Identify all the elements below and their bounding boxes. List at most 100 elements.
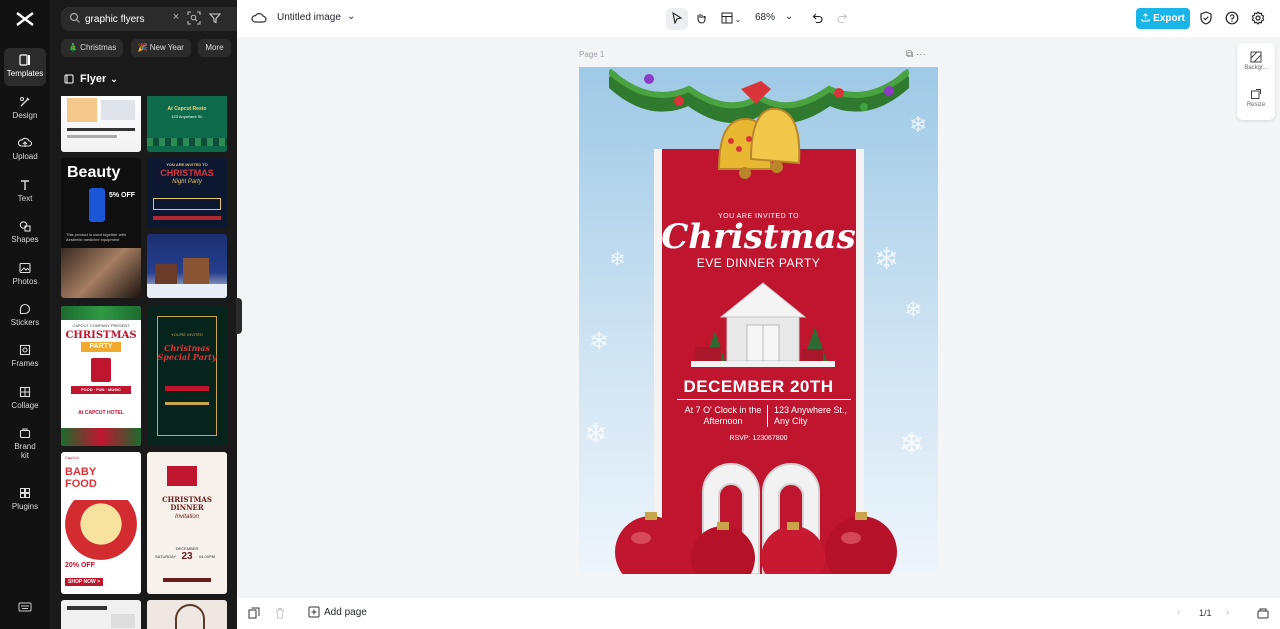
thumbnail-text: YOU'RE INVITED	[171, 332, 203, 337]
trash-icon[interactable]	[274, 607, 288, 621]
rail-item-upload[interactable]: Upload	[4, 131, 46, 169]
hand-tool-button[interactable]	[690, 8, 712, 30]
rail-item-label: Design	[12, 111, 38, 120]
text-icon	[18, 178, 32, 192]
rail-item-label: Photos	[12, 277, 38, 286]
snowy-house-image	[691, 282, 835, 367]
collage-icon	[18, 385, 32, 399]
filter-button[interactable]	[203, 7, 227, 31]
thumbnail-text: At CAPCUT HOTEL	[78, 410, 124, 416]
rail-item-shapes[interactable]: Shapes	[4, 214, 46, 252]
clear-search-icon[interactable]: ×	[169, 11, 183, 27]
brand-kit-icon	[18, 426, 32, 440]
template-thumbnail-snow-village[interactable]	[147, 234, 227, 298]
duplicate-page-icon[interactable]	[248, 607, 262, 621]
chevron-down-icon[interactable]: ⌄	[785, 11, 793, 22]
rail-item-design[interactable]: Design	[4, 90, 46, 128]
thumbnail-text: 04.00PM	[199, 554, 216, 559]
rail-item-stickers[interactable]: Stickers	[4, 297, 46, 335]
background-button[interactable]: Backgr...	[1237, 51, 1275, 71]
thumbnail-cta: SHOP NOW >	[65, 578, 103, 586]
export-label: Export	[1153, 13, 1185, 24]
page-actions-icon[interactable]: ⧉ ···	[906, 49, 926, 60]
cloud-sync-icon[interactable]	[251, 11, 267, 25]
add-page-icon	[308, 606, 320, 618]
resize-button[interactable]: Resize	[1237, 88, 1275, 108]
flyer-canvas[interactable]: ❄ ❄ ❄ ❄ ❄ ❄ ❄ YOU ARE INVITED TO Christm…	[579, 67, 938, 574]
chip-new-year[interactable]: 🎉 New Year	[130, 39, 191, 57]
undo-icon	[812, 12, 824, 27]
thumbnail-caption: This product is used together with Aesth…	[66, 232, 126, 242]
filter-icon	[208, 12, 222, 27]
capcut-logo[interactable]	[13, 10, 37, 28]
tag-chips: 🎄 Christmas 🎉 New Year More	[61, 39, 237, 57]
cursor-icon	[671, 11, 683, 27]
panel-collapse-handle[interactable]	[236, 298, 242, 334]
snowflake-icon: ❄	[909, 112, 928, 137]
category-selector[interactable]: Flyer ⌄	[64, 71, 118, 87]
divider	[677, 399, 851, 400]
chip-more[interactable]: More	[198, 39, 231, 57]
template-thumbnail-1[interactable]	[61, 96, 141, 152]
keyboard-icon[interactable]	[18, 601, 32, 616]
rail-item-templates[interactable]: Templates	[4, 48, 46, 86]
flyer-title[interactable]: Christmas	[579, 217, 938, 257]
template-thumbnail-baby-food[interactable]: CapCut BABY FOOD 20% OFF SHOP NOW >	[61, 452, 141, 594]
template-thumbnail-10[interactable]	[61, 600, 141, 629]
page-manager-icon[interactable]	[1257, 607, 1271, 621]
template-thumbnail-christmas-dinner[interactable]: CHRISTMAS DINNER Invitation DECEMBER 23 …	[147, 452, 227, 594]
export-icon	[1141, 12, 1150, 25]
shield-icon[interactable]	[1199, 11, 1215, 27]
flyer-address[interactable]: 123 Anywhere St., Any City	[774, 405, 849, 427]
add-page-button[interactable]: Add page	[308, 606, 367, 618]
rail-item-frames[interactable]: Frames	[4, 338, 46, 376]
template-thumbnail-11[interactable]	[147, 600, 227, 629]
thumbnail-text: FOOD · FUN · MUSIC	[81, 387, 121, 392]
resize-label: Resize	[1246, 102, 1266, 108]
thumbnail-subtitle: Night Party	[172, 179, 202, 185]
chevron-down-icon: ⌄	[110, 73, 118, 84]
template-thumbnail-christmas-party[interactable]: CAPCUT COMPANY PRESENT CHRISTMAS PARTY F…	[61, 306, 141, 446]
template-thumbnail-2[interactable]: At Capcut Resto 123 Anywhere St.	[147, 96, 227, 152]
help-icon[interactable]	[1225, 11, 1241, 27]
thumbnail-text: At Capcut Resto	[167, 106, 207, 112]
templates-icon	[18, 53, 32, 67]
next-page-icon[interactable]: ›	[1226, 607, 1229, 618]
thumbnail-brand: CapCut	[65, 455, 79, 460]
select-tool-button[interactable]	[666, 8, 688, 30]
background-label: Backgr...	[1244, 65, 1268, 71]
photos-icon	[18, 261, 32, 275]
rail-item-text[interactable]: Text	[4, 173, 46, 211]
flyer-date[interactable]: DECEMBER 20TH	[579, 377, 938, 397]
chevron-down-icon[interactable]: ⌄	[347, 11, 355, 22]
zoom-level[interactable]: 68%	[755, 12, 775, 23]
redo-button[interactable]	[831, 8, 853, 30]
thumbnail-offer: 20% OFF	[65, 562, 95, 569]
rail-item-label: Frames	[11, 359, 39, 368]
rail-item-label: Stickers	[10, 318, 40, 327]
image-search-icon[interactable]	[187, 11, 203, 27]
undo-button[interactable]	[807, 8, 829, 30]
rail-item-photos[interactable]: Photos	[4, 256, 46, 294]
hand-icon	[695, 12, 707, 27]
flyer-subtitle[interactable]: EVE DINNER PARTY	[579, 256, 938, 270]
flyer-rsvp[interactable]: RSVP: 123067800	[579, 435, 938, 442]
thumbnail-subtitle: Invitation	[174, 514, 199, 520]
rail-item-collage[interactable]: Collage	[4, 380, 46, 418]
rail-item-plugins[interactable]: Plugins	[4, 481, 46, 519]
bottom-toolbar: Add page ‹ 1/1 ›	[237, 598, 1280, 629]
export-button[interactable]: Export	[1136, 8, 1190, 29]
flyer-time[interactable]: At 7 O' Clock in the Afternoon	[683, 405, 763, 427]
template-thumbnail-beauty[interactable]: Beauty 5% OFF This product is used toget…	[61, 158, 141, 298]
template-thumbnail-christmas-night[interactable]: YOU ARE INVITED TO CHRISTMAS Night Party	[147, 158, 227, 228]
chip-christmas[interactable]: 🎄 Christmas	[61, 39, 124, 57]
thumbnail-title: Beauty	[67, 164, 121, 181]
previous-page-icon[interactable]: ‹	[1177, 607, 1180, 618]
redo-icon	[836, 12, 848, 27]
gear-icon[interactable]	[1251, 11, 1267, 27]
document-title[interactable]: Untitled image	[277, 12, 341, 23]
rail-item-label: Upload	[12, 152, 38, 161]
template-thumbnail-christmas-special[interactable]: YOU'RE INVITED Christmas Special Party	[147, 306, 227, 446]
rail-item-brand-kit[interactable]: Brand kit	[4, 421, 46, 465]
layout-tool-button[interactable]: ⌄	[717, 8, 745, 30]
